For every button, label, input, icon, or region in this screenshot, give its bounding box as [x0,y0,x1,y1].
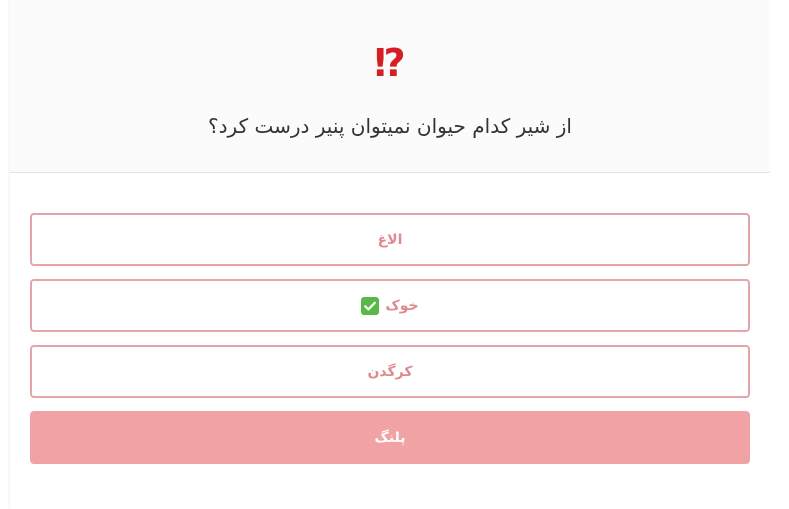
right-page-gutter [770,0,789,509]
answer-option-label: پلنگ [374,429,406,446]
answer-option-label: الاغ [377,231,403,248]
answer-option-1[interactable]: الاغ [30,213,750,266]
answer-option-2[interactable]: خوک [30,279,750,332]
answer-options: الاغ خوک کرگدن پلنگ [30,213,750,477]
check-mark-icon [361,296,380,315]
quiz-card: ⁉ از شیر کدام حیوان نمیتوان پنیر درست کر… [10,0,770,509]
question-text: از شیر کدام حیوان نمیتوان پنیر درست کرد؟ [208,114,572,138]
answer-option-4[interactable]: پلنگ [30,411,750,464]
answer-option-label: کرگدن [367,363,413,380]
answer-option-label: خوک [385,297,419,314]
interrobang-icon: ⁉ [374,41,406,85]
answer-option-3[interactable]: کرگدن [30,345,750,398]
question-header: ⁉ از شیر کدام حیوان نمیتوان پنیر درست کر… [10,0,770,173]
question-icon-wrapper: ⁉ [10,44,770,82]
